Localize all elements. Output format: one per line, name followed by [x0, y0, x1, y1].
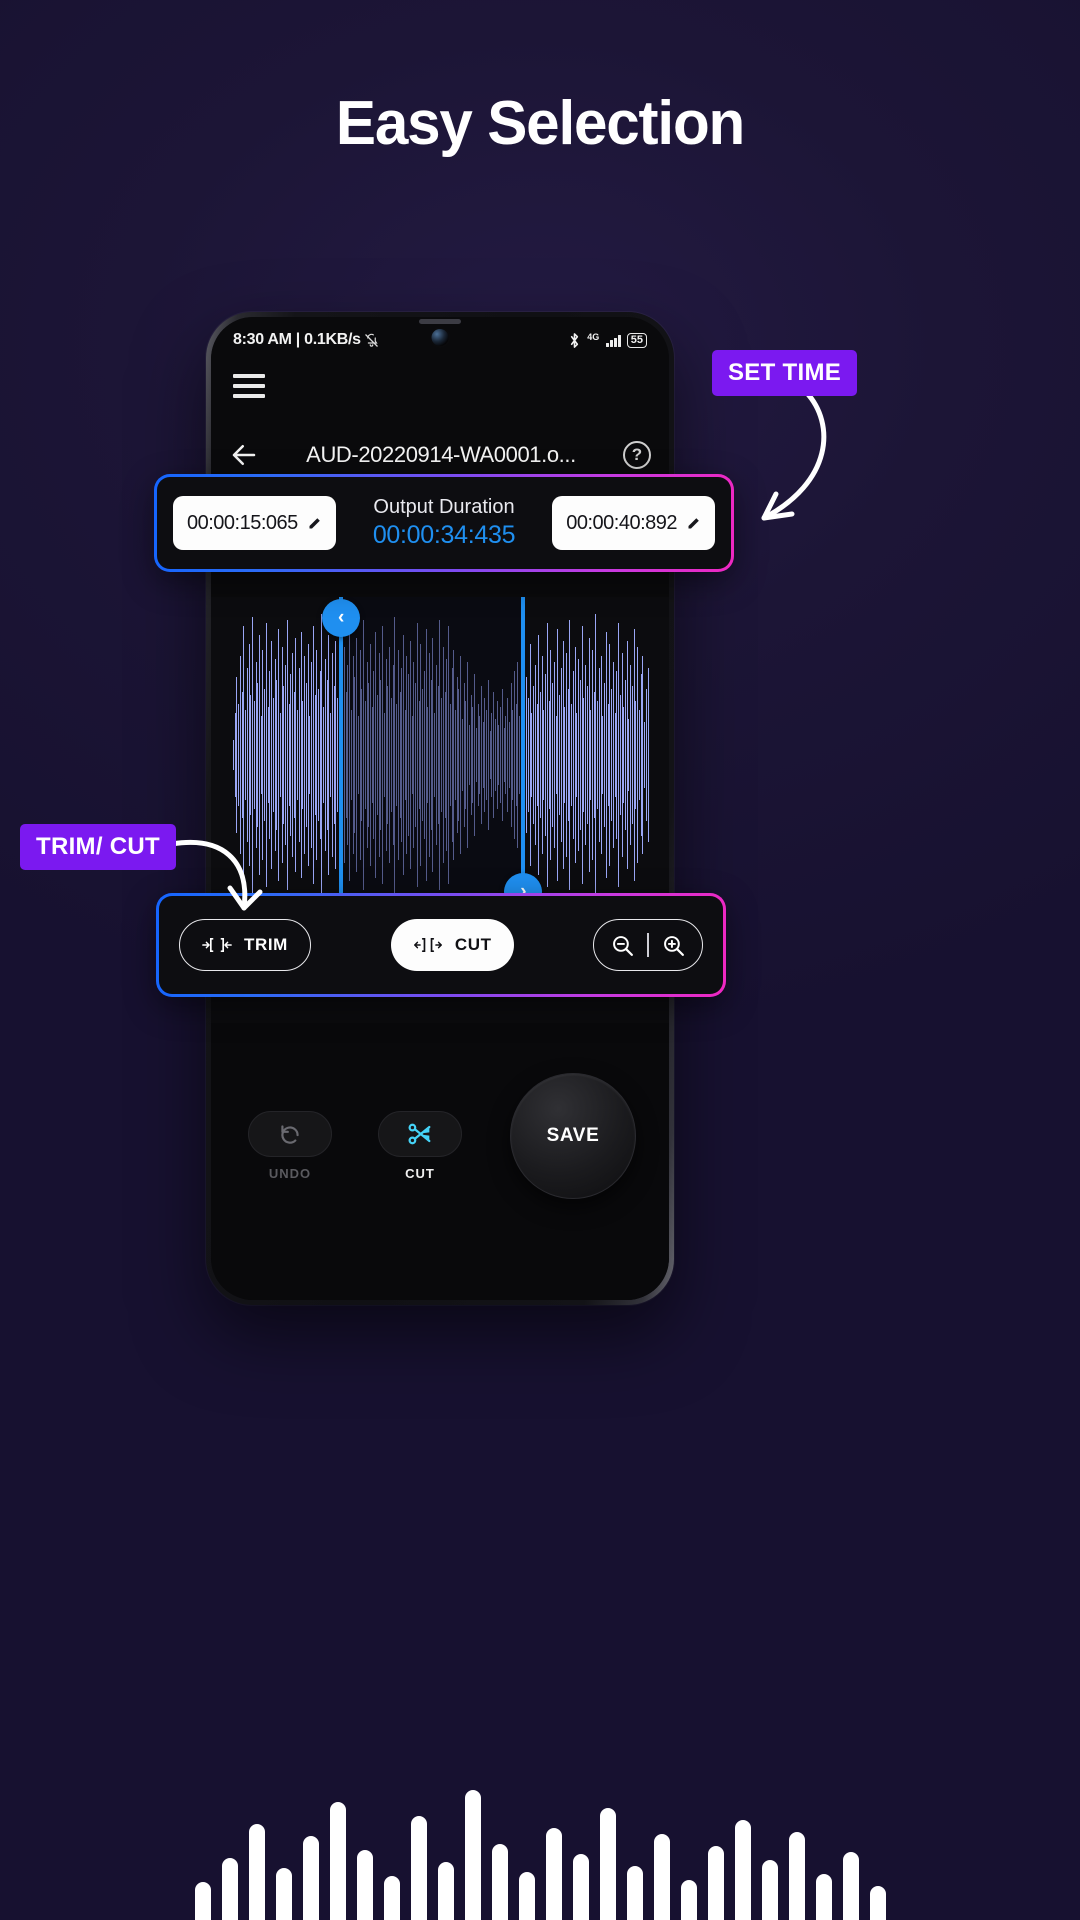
camera-punch-hole: [431, 329, 449, 346]
toolbar-body: TRIM CUT: [159, 896, 723, 994]
undo-pill: [248, 1111, 332, 1157]
promo-page: Easy Selection 8:30 AM | 0.1KB/s 4G 55 A…: [0, 0, 1080, 1920]
selection-shade: [341, 595, 524, 915]
bluetooth-icon: [571, 332, 579, 348]
action-row: UNDO CUT SAVE: [211, 1073, 669, 1199]
time-selection-panel: 00:00:15:065 Output Duration 00:00:34:43…: [154, 474, 734, 572]
zoom-divider: [647, 933, 649, 957]
help-circle-icon[interactable]: ?: [623, 441, 651, 469]
output-duration-block: Output Duration 00:00:34:435: [372, 496, 516, 550]
battery-indicator: 55: [626, 332, 647, 348]
pencil-icon[interactable]: [307, 516, 322, 531]
back-arrow-icon[interactable]: [229, 440, 259, 470]
cut-brackets-icon: [413, 937, 442, 953]
file-name-title: AUD-20220914-WA0001.o...: [306, 442, 576, 467]
undo-button[interactable]: UNDO: [244, 1111, 336, 1181]
start-time-field[interactable]: 00:00:15:065: [173, 496, 336, 550]
output-duration-value: 00:00:34:435: [372, 521, 516, 549]
callout-set-time: SET TIME: [712, 350, 858, 396]
cut-action-button[interactable]: CUT: [374, 1111, 466, 1181]
action-bar: UNDO CUT SAVE: [211, 1023, 669, 1300]
cut-label: CUT: [454, 935, 492, 954]
status-bar-right: 4G 55: [568, 332, 647, 349]
trim-button[interactable]: TRIM: [179, 919, 311, 971]
waveform-area[interactable]: ‹ ›: [211, 595, 669, 915]
start-time-value: 00:00:15:065: [187, 511, 298, 534]
decorative-waveform: [0, 1760, 1080, 1920]
bell-slash-icon: [364, 333, 378, 347]
time-panel-body: 00:00:15:065 Output Duration 00:00:34:43…: [157, 477, 731, 569]
selection-start-line[interactable]: [339, 595, 344, 915]
zoom-out-icon[interactable]: [610, 933, 635, 958]
zoom-controls: [593, 919, 703, 971]
callout-trim-cut: TRIM/ CUT: [20, 824, 177, 870]
cut-pill: [378, 1111, 462, 1157]
hamburger-menu-icon[interactable]: [233, 374, 265, 398]
save-button[interactable]: SAVE: [510, 1073, 636, 1199]
status-time-network: 8:30 AM | 0.1KB/s: [233, 331, 361, 348]
end-time-value: 00:00:40:892: [566, 511, 677, 534]
undo-arrow-icon: [281, 1125, 299, 1144]
signal-bars-icon: [606, 334, 621, 347]
trim-label: TRIM: [244, 935, 288, 954]
network-type-label: 4G: [587, 331, 600, 342]
phone-mockup: 8:30 AM | 0.1KB/s 4G 55 AUD-20220914-WA0…: [206, 312, 674, 1305]
set-time-arrow: [761, 389, 827, 521]
undo-label: UNDO: [268, 1166, 312, 1181]
trim-brackets-icon: [202, 937, 232, 953]
output-duration-label: Output Duration: [373, 496, 515, 518]
app-screen: 8:30 AM | 0.1KB/s 4G 55 AUD-20220914-WA0…: [211, 317, 669, 1300]
zoom-in-icon[interactable]: [661, 933, 686, 958]
page-title: Easy Selection: [335, 89, 745, 158]
status-bar-left: 8:30 AM | 0.1KB/s: [233, 331, 379, 349]
trim-cut-toolbar-panel: TRIM CUT: [156, 893, 726, 997]
selection-start-handle[interactable]: ‹: [322, 599, 361, 637]
cut-button[interactable]: CUT: [390, 919, 514, 971]
selection-end-line[interactable]: [521, 595, 526, 915]
scissors-icon: [408, 1123, 431, 1145]
earpiece-speaker: [419, 319, 461, 324]
phone-screen-frame: 8:30 AM | 0.1KB/s 4G 55 AUD-20220914-WA0…: [211, 317, 669, 1300]
end-time-field[interactable]: 00:00:40:892: [552, 496, 715, 550]
pencil-icon[interactable]: [686, 516, 701, 531]
cut-action-label: CUT: [405, 1166, 435, 1181]
